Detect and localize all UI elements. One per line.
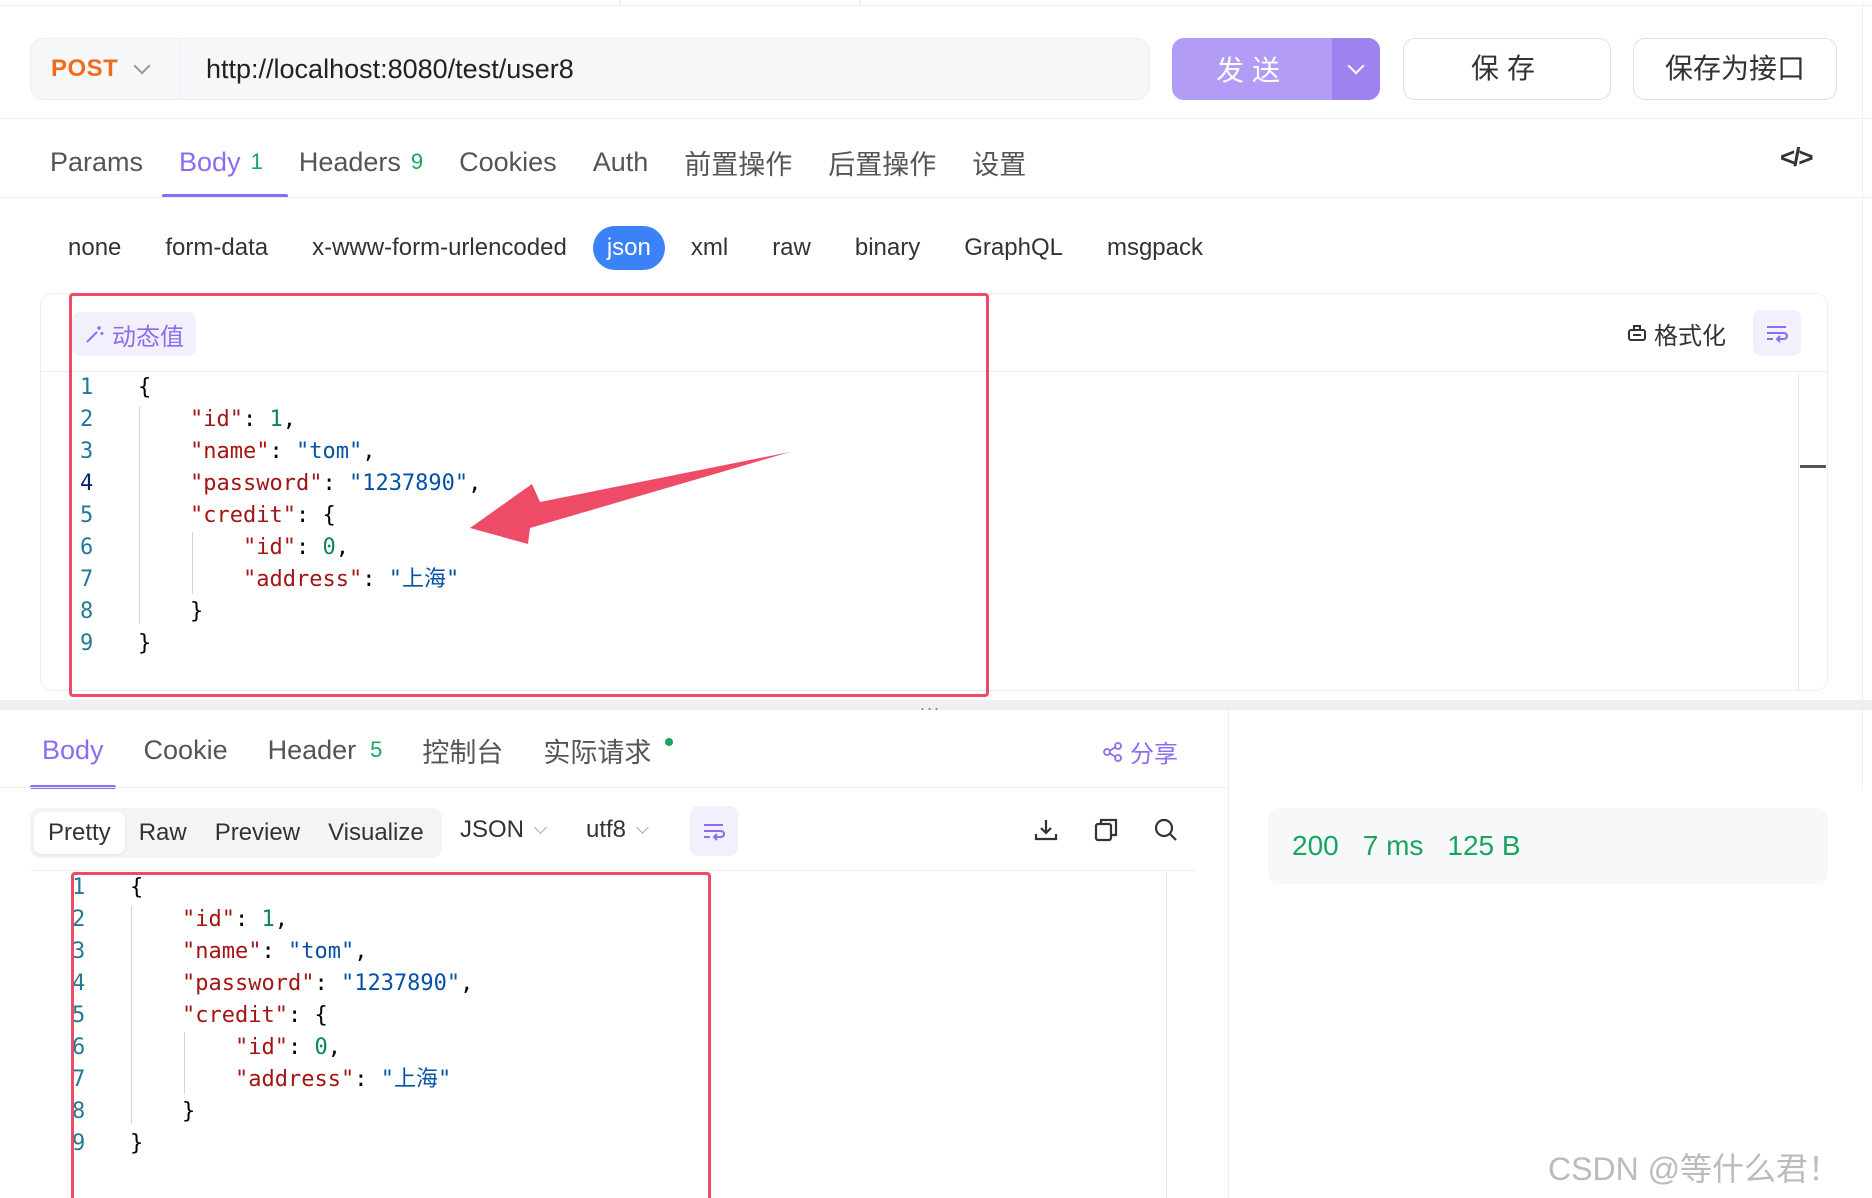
editor-scrollbar[interactable]: [1798, 372, 1799, 690]
save-button[interactable]: 保存: [1403, 38, 1611, 100]
divider: [0, 787, 1228, 788]
tab-headers[interactable]: Headers 9: [299, 140, 423, 184]
status-dot: [665, 738, 674, 746]
method-label: POST: [51, 55, 119, 82]
top-tab-strip: [0, 0, 1872, 6]
tab-badge: 5: [370, 737, 383, 762]
word-wrap-button[interactable]: [690, 806, 738, 856]
encoding-select[interactable]: utf8: [586, 816, 649, 844]
tab-post-processors[interactable]: 后置操作: [828, 140, 936, 184]
chevron-down-icon: [133, 57, 151, 75]
response-scrollbar[interactable]: [1166, 872, 1167, 1198]
divider: [1228, 710, 1229, 1198]
view-raw[interactable]: Raw: [125, 812, 201, 854]
tab-cookies[interactable]: Cookies: [459, 140, 557, 184]
body-type-graphql[interactable]: GraphQL: [946, 226, 1081, 270]
tab-pre-processors[interactable]: 前置操作: [684, 140, 792, 184]
send-label: 发送: [1215, 55, 1288, 86]
body-type-urlencoded[interactable]: x-www-form-urlencoded: [294, 226, 585, 270]
copy-icon[interactable]: [1092, 816, 1120, 844]
tab-settings[interactable]: 设置: [972, 140, 1026, 184]
chevron-down-icon: [534, 820, 547, 834]
request-tabs: Params Body 1 Headers 9 Cookies Auth 前置操作 …: [50, 140, 1026, 190]
method-select[interactable]: POST: [31, 39, 181, 99]
body-type-selector: none form-data x-www-form-urlencoded jso…: [50, 226, 1229, 270]
divider: [1862, 0, 1863, 790]
save-as-api-button[interactable]: 保存为接口: [1633, 38, 1837, 100]
body-type-msgpack[interactable]: msgpack: [1089, 226, 1221, 270]
tab-badge: 9: [410, 149, 424, 174]
watermark: CSDN @等什么君！: [1548, 1151, 1841, 1187]
body-type-raw[interactable]: raw: [754, 226, 829, 270]
tab-auth[interactable]: Auth: [593, 140, 649, 184]
status-code: 200: [1292, 830, 1339, 861]
word-wrap-button[interactable]: [1753, 310, 1801, 356]
body-type-form-data[interactable]: form-data: [147, 226, 286, 270]
body-type-xml[interactable]: xml: [673, 226, 746, 270]
download-icon[interactable]: [1032, 816, 1060, 844]
chevron-down-icon: [1347, 57, 1365, 75]
url-bar: POST http://localhost:8080/test/user8: [30, 38, 1150, 100]
view-mode-toggle: Pretty Raw Preview Visualize: [30, 808, 442, 858]
scrollbar-thumb[interactable]: [1800, 465, 1826, 468]
url-input[interactable]: http://localhost:8080/test/user8: [206, 39, 574, 99]
search-icon[interactable]: [1152, 816, 1180, 844]
body-type-json[interactable]: json: [592, 226, 665, 270]
view-preview[interactable]: Preview: [201, 812, 314, 854]
share-icon: [1103, 741, 1122, 762]
view-pretty[interactable]: Pretty: [34, 812, 125, 854]
resp-tab-console[interactable]: 控制台: [422, 726, 503, 774]
body-type-binary[interactable]: binary: [837, 226, 938, 270]
body-type-none[interactable]: none: [50, 226, 139, 270]
response-time: 7 ms: [1362, 830, 1424, 861]
chevron-down-icon: [636, 820, 649, 834]
resp-tab-header[interactable]: Header 5: [268, 726, 383, 774]
response-size: 125 B: [1447, 830, 1521, 861]
wrap-icon: [1767, 326, 1789, 343]
code-icon[interactable]: </>: [1780, 142, 1814, 173]
share-button[interactable]: 分享: [1102, 734, 1178, 769]
wrap-icon: [704, 824, 726, 841]
splitter-handle[interactable]: ...: [920, 694, 941, 715]
broom-icon: [1628, 324, 1646, 341]
format-select[interactable]: JSON: [460, 816, 547, 844]
format-button[interactable]: 格式化: [1626, 316, 1726, 351]
divider: [0, 197, 1872, 198]
response-status: 200 7 ms 125 B: [1268, 808, 1828, 884]
divider: [0, 118, 1872, 119]
tab-params[interactable]: Params: [50, 140, 143, 184]
highlight-box-request: [69, 293, 989, 697]
tab-body[interactable]: Body 1: [179, 140, 263, 184]
send-dropdown[interactable]: [1332, 38, 1380, 100]
highlight-box-response: [71, 872, 711, 1198]
tab-badge: 1: [250, 149, 263, 174]
resp-tab-body[interactable]: Body: [42, 726, 104, 774]
send-button[interactable]: 发送: [1172, 38, 1380, 100]
view-visualize[interactable]: Visualize: [314, 812, 438, 854]
resp-tab-actual-request[interactable]: 实际请求: [543, 726, 674, 774]
resp-tab-cookie[interactable]: Cookie: [144, 726, 228, 774]
response-tabs: Body Cookie Header 5 控制台 实际请求: [42, 726, 674, 774]
